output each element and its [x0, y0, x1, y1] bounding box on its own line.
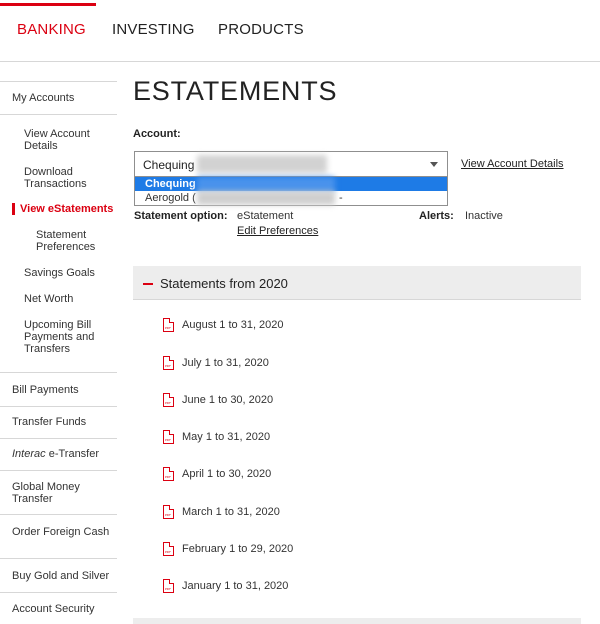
statement-option-label: Statement option: [134, 210, 228, 222]
sidebar-item-order-foreign-cash[interactable]: Order Foreign Cash [0, 526, 117, 538]
sidebar-divider [0, 372, 117, 373]
account-label: Account: [133, 128, 181, 140]
pdf-icon-label: PDF [165, 326, 171, 330]
account-select-value: Chequing [143, 158, 195, 172]
pdf-icon-label: PDF [165, 513, 171, 517]
option-tail: - [339, 192, 343, 204]
pdf-icon-label: PDF [165, 401, 171, 405]
pdf-icon-label: PDF [165, 475, 171, 479]
account-dropdown-list: Chequing Aerogold ( - [134, 176, 448, 206]
sidebar-item-transfer-funds[interactable]: Transfer Funds [0, 416, 117, 428]
alerts-status: Inactive [465, 210, 503, 222]
redacted-account-number [197, 177, 335, 191]
statement-label[interactable]: July 1 to 31, 2020 [182, 357, 269, 369]
sidebar-item-bill-payments[interactable]: Bill Payments [0, 384, 117, 396]
etransfer-label: e-Transfer [45, 448, 100, 460]
redacted-account-number [197, 155, 327, 173]
chevron-down-icon[interactable] [430, 162, 438, 167]
view-account-details-link[interactable]: View Account Details [461, 158, 564, 170]
pdf-icon: PDF [163, 318, 174, 332]
tab-products[interactable]: PRODUCTS [218, 21, 304, 38]
alerts-label: Alerts: [419, 210, 454, 222]
redacted-account-number [197, 191, 335, 205]
statement-label[interactable]: February 1 to 29, 2020 [182, 543, 293, 555]
sidebar-item-interac-etransfer[interactable]: Interac e-Transfer [0, 448, 117, 460]
pdf-icon: PDF [163, 467, 174, 481]
sidebar-divider [0, 438, 117, 439]
statement-option-value: eStatement [237, 210, 294, 222]
edit-preferences-link[interactable]: Edit Preferences [237, 225, 318, 237]
pdf-icon: PDF [163, 393, 174, 407]
pdf-icon: PDF [163, 579, 174, 593]
pdf-icon-label: PDF [165, 587, 171, 591]
pdf-icon: PDF [163, 356, 174, 370]
pdf-icon: PDF [163, 430, 174, 444]
option-label: Aerogold ( [145, 192, 196, 204]
tab-investing[interactable]: INVESTING [112, 21, 195, 38]
account-select[interactable]: Chequing [134, 151, 448, 177]
sidebar-divider [0, 406, 117, 407]
pdf-icon-label: PDF [165, 438, 171, 442]
sidebar-divider [0, 470, 117, 471]
minus-icon[interactable] [143, 283, 153, 285]
statement-label[interactable]: March 1 to 31, 2020 [182, 506, 280, 518]
pdf-icon: PDF [163, 542, 174, 556]
sidebar-item-view-account-details[interactable]: View Account Details [0, 128, 117, 152]
statement-label[interactable]: January 1 to 31, 2020 [182, 580, 288, 592]
tab-banking[interactable]: BANKING [17, 21, 86, 38]
pdf-icon: PDF [163, 505, 174, 519]
statements-year-accordion[interactable]: Statements from 2020 [133, 266, 581, 300]
next-year-accordion-edge [133, 618, 581, 624]
sidebar-item-account-security[interactable]: Account Security [0, 603, 117, 615]
sidebar-divider [0, 558, 117, 559]
statement-label[interactable]: May 1 to 31, 2020 [182, 431, 270, 443]
pdf-icon-label: PDF [165, 550, 171, 554]
sidebar-item-global-money-transfer[interactable]: Global Money Transfer [0, 481, 117, 505]
top-nav: BANKING INVESTING PRODUCTS [0, 0, 600, 62]
sidebar-item-my-accounts[interactable]: My Accounts [0, 92, 117, 104]
pdf-icon-label: PDF [165, 364, 171, 368]
statement-label[interactable]: August 1 to 31, 2020 [182, 319, 284, 331]
sidebar-item-statement-preferences[interactable]: Statement Preferences [0, 229, 117, 253]
page-title: ESTATEMENTS [133, 76, 338, 106]
sidebar-divider [0, 81, 117, 82]
sidebar-item-net-worth[interactable]: Net Worth [0, 293, 117, 305]
active-tab-indicator [0, 3, 96, 6]
sidebar-item-view-estatements[interactable]: View eStatements [0, 203, 117, 215]
sidebar-divider [0, 114, 117, 115]
year-header-label: Statements from 2020 [160, 276, 288, 291]
sidebar-divider [0, 592, 117, 593]
statement-label[interactable]: April 1 to 30, 2020 [182, 468, 271, 480]
interac-label: Interac [12, 448, 46, 460]
statement-label[interactable]: June 1 to 30, 2020 [182, 394, 273, 406]
sidebar-item-buy-gold-and-silver[interactable]: Buy Gold and Silver [0, 570, 117, 582]
sidebar-item-savings-goals[interactable]: Savings Goals [0, 267, 117, 279]
sidebar-item-download-transactions[interactable]: Download Transactions [0, 166, 117, 190]
sidebar-divider [0, 514, 117, 515]
option-label: Chequing [145, 178, 196, 190]
sidebar-item-upcoming-bill-payments[interactable]: Upcoming Bill Payments and Transfers [0, 319, 117, 355]
